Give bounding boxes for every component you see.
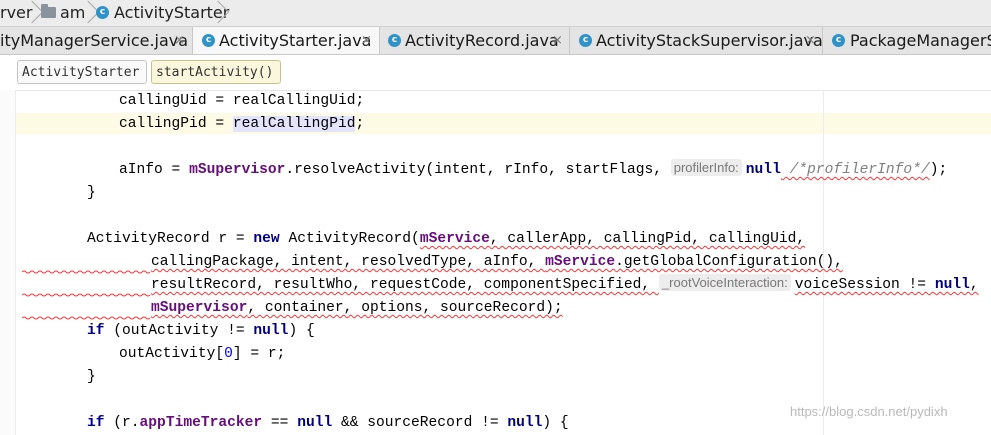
folder-icon <box>41 4 56 18</box>
code-line-1: callingUid = realCallingUid; <box>119 93 365 109</box>
tab-label: ActivityRecord.java <box>405 31 559 50</box>
tab-activitystacksupervisor[interactable]: c ActivityStackSupervisor.java × <box>570 27 823 54</box>
code-line-2: callingPid = realCallingPid; <box>119 116 365 132</box>
code-line-4: } <box>87 185 96 201</box>
tab-label: ActivityStarter.java <box>219 31 372 50</box>
close-icon[interactable]: × <box>805 27 816 54</box>
parameter-hint: profilerInfo: <box>670 159 742 176</box>
close-icon[interactable]: × <box>552 27 563 54</box>
breadcrumb-separator-icon <box>28 0 38 26</box>
watermark: https://blog.csdn.net/pydixh <box>790 404 948 419</box>
class-icon: c <box>202 34 215 47</box>
parameter-hint: _rootVoiceInteraction: <box>658 274 791 291</box>
tab-activitystarter[interactable]: c ActivityStarter.java × <box>193 27 380 54</box>
code-line-6: callingPackage, intent, resolvedType, aI… <box>151 254 843 270</box>
code-line-11: } <box>87 369 96 385</box>
tab-activitymanagerservice[interactable]: ityManagerService.java × <box>0 27 193 54</box>
code-editor[interactable]: callingUid = realCallingUid; callingPid … <box>0 90 991 435</box>
navigation-bar: rver am c ActivityStarter <box>0 0 991 27</box>
tab-label: ityManagerService.java <box>0 31 189 50</box>
class-icon: c <box>832 34 845 47</box>
close-icon[interactable]: × <box>361 27 372 54</box>
code-line-8: mSupervisor, container, options, sourceR… <box>151 300 563 316</box>
tab-packagemanagerservice[interactable]: c PackageManagerSe <box>823 27 991 54</box>
tab-label: ActivityStackSupervisor.java <box>596 31 823 50</box>
structure-method-chip[interactable]: startActivity() <box>151 60 281 84</box>
structure-class-chip[interactable]: ActivityStarter <box>17 60 147 84</box>
code-line-9: if (outActivity != null) { <box>87 323 315 339</box>
tab-label: PackageManagerSe <box>850 31 991 50</box>
error-underline <box>22 270 150 274</box>
breadcrumb-separator-icon <box>214 0 224 26</box>
class-icon: c <box>579 34 592 47</box>
class-icon: c <box>388 34 401 47</box>
editor-gutter <box>0 90 16 435</box>
class-icon: c <box>96 6 109 19</box>
code-line-10: outActivity[0] = r; <box>119 346 286 362</box>
structure-breadcrumb: ActivityStarter startActivity() <box>0 55 991 91</box>
highlighted-identifier: realCallingPid <box>232 116 356 132</box>
code-line-12: if (r.appTimeTracker == null && sourceRe… <box>87 415 569 431</box>
tab-activityrecord[interactable]: c ActivityRecord.java × <box>380 27 570 54</box>
code-line-7: resultRecord, resultWho, requestCode, co… <box>151 274 979 293</box>
code-line-3: aInfo = mSupervisor.resolveActivity(inte… <box>119 159 948 178</box>
breadcrumb-separator-icon <box>84 0 94 26</box>
editor-tab-bar: ityManagerService.java × c ActivityStart… <box>0 27 991 55</box>
close-icon[interactable]: × <box>174 27 185 54</box>
code-line-5: ActivityRecord r = new ActivityRecord(mS… <box>87 231 806 247</box>
error-underline <box>22 293 150 297</box>
